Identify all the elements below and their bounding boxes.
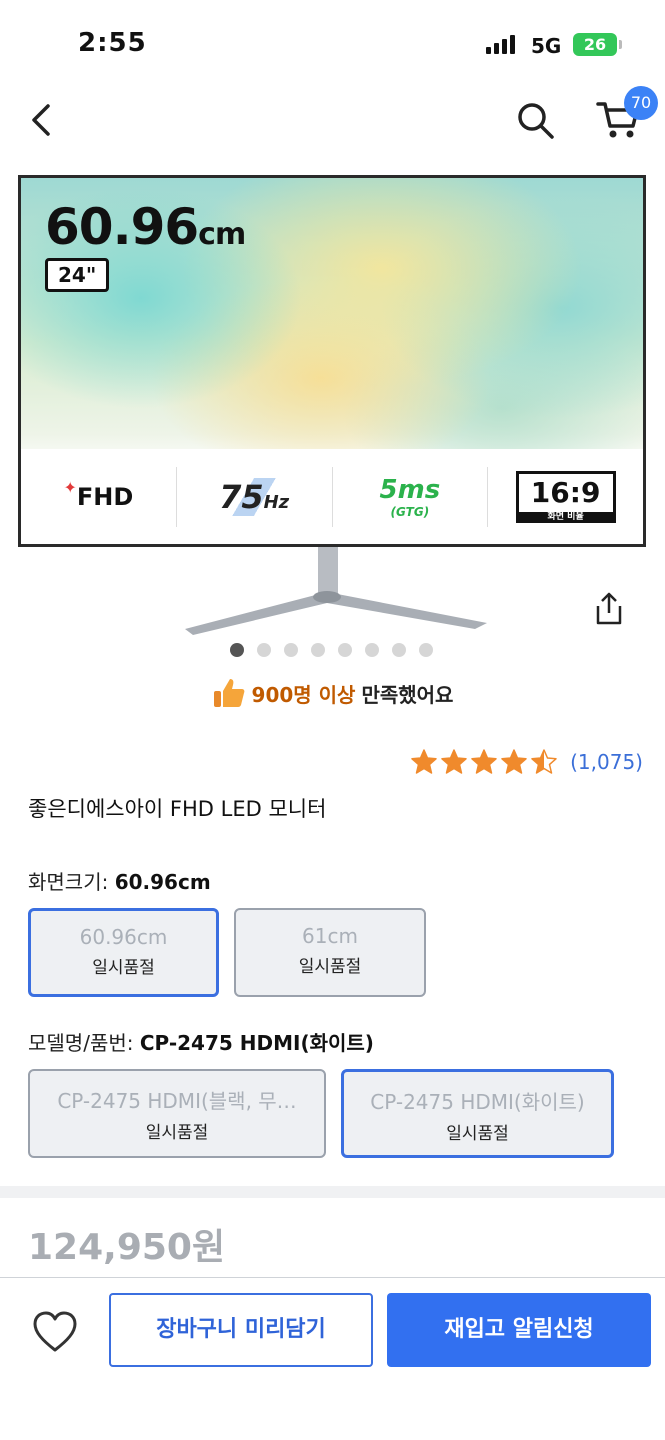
spec-hz-unit: Hz: [263, 491, 290, 513]
option-status: 일시품절: [145, 1123, 209, 1143]
model-option-label: 모델명/품번: CP-2475 HDMI(화이트): [28, 1027, 374, 1056]
spec-fhd: ✦FHD: [21, 466, 177, 527]
thumbs-up-icon: [213, 679, 244, 707]
add-to-cart-button[interactable]: 장바구니 미리담기: [109, 1293, 373, 1367]
heart-icon[interactable]: [32, 1310, 78, 1354]
rating-stars: [410, 748, 558, 776]
satisfaction-text: 만족했어요: [361, 682, 454, 707]
model-option-selected: CP-2475 HDMI(화이트): [139, 1031, 374, 1055]
spec-refresh: 75Hz: [177, 466, 333, 527]
model-option-caption: 모델명/품번:: [28, 1031, 140, 1055]
restock-notify-button[interactable]: 재입고 알림신청: [387, 1293, 651, 1367]
status-time: 2:55: [78, 28, 147, 58]
screen-size-value: 60.96: [45, 198, 199, 256]
option-status: 일시품절: [298, 957, 362, 977]
cart-count-badge[interactable]: 70: [624, 86, 658, 120]
signal-icon: [486, 34, 515, 54]
spec-response: 5ms (GTG): [333, 466, 489, 527]
spec-ms-value: 5ms: [379, 474, 441, 505]
nav-bar: 70: [0, 80, 665, 160]
option-name: 60.96cm: [79, 925, 168, 949]
carousel-dot[interactable]: [284, 643, 298, 657]
carousel-dot[interactable]: [230, 643, 244, 657]
star-icon: [441, 749, 467, 774]
star-icon: [471, 749, 497, 774]
sparkle-icon: ✦: [63, 477, 77, 497]
spec-ratio-sub: 화면 비율: [518, 511, 613, 523]
satisfaction-banner: 900명 이상 만족했어요: [0, 676, 665, 710]
model-option-black[interactable]: CP-2475 HDMI(블랙, 무… 일시품절: [28, 1069, 326, 1158]
bottom-bar-divider: [0, 1277, 665, 1278]
carousel-dot[interactable]: [419, 643, 433, 657]
rating-summary[interactable]: (1,075): [410, 748, 643, 776]
status-bar: 2:55 5G 26: [0, 0, 665, 80]
spec-ratio-value: 16:9: [530, 475, 601, 509]
option-name: 61cm: [302, 924, 358, 948]
battery-icon: 26: [573, 33, 622, 56]
network-label: 5G: [531, 34, 562, 58]
monitor-stand-illustration: [185, 547, 487, 635]
screen-size-unit: cm: [198, 217, 246, 252]
spec-hz-value: 75: [219, 477, 264, 516]
battery-level: 26: [583, 35, 607, 54]
share-icon[interactable]: [590, 590, 628, 628]
carousel-dot[interactable]: [338, 643, 352, 657]
option-status: 일시품절: [92, 958, 155, 978]
carousel-indicator[interactable]: [230, 643, 433, 657]
size-option-60-96cm[interactable]: 60.96cm 일시품절: [28, 908, 219, 997]
option-name: CP-2475 HDMI(화이트): [370, 1090, 585, 1114]
option-status: 일시품절: [446, 1124, 509, 1144]
carousel-dot[interactable]: [257, 643, 271, 657]
size-option-61cm[interactable]: 61cm 일시품절: [234, 908, 426, 997]
spec-ms-sub: (GTG): [390, 504, 430, 519]
product-title: 좋은디에스아이 FHD LED 모니터: [28, 797, 327, 821]
size-option-selected: 60.96cm: [114, 870, 211, 894]
satisfaction-count: 900명 이상: [251, 682, 356, 707]
screen-size-label: 60.96cm: [45, 198, 246, 256]
star-icon: [411, 749, 437, 774]
carousel-dot[interactable]: [365, 643, 379, 657]
size-option-label: 화면크기: 60.96cm: [28, 866, 211, 895]
back-arrow-icon[interactable]: [22, 100, 62, 140]
carousel-dot[interactable]: [392, 643, 406, 657]
size-option-caption: 화면크기:: [28, 870, 115, 894]
product-price: 124,950원: [28, 1227, 226, 1268]
section-divider: [0, 1186, 665, 1198]
search-icon[interactable]: [513, 98, 557, 142]
star-icon: [531, 749, 557, 774]
spec-fhd-label: FHD: [76, 482, 134, 511]
carousel-dot[interactable]: [311, 643, 325, 657]
star-icon: [501, 749, 527, 774]
spec-strip: ✦FHD 75Hz 5ms (GTG) 16:9 화면 비율: [21, 449, 643, 544]
product-image[interactable]: 60.96cm 24" ✦FHD 75Hz 5ms (GTG) 16:9 화면 …: [18, 175, 646, 547]
option-name: CP-2475 HDMI(블랙, 무…: [57, 1089, 297, 1113]
inch-badge: 24": [45, 258, 110, 292]
model-option-white[interactable]: CP-2475 HDMI(화이트) 일시품절: [341, 1069, 614, 1158]
spec-ratio: 16:9 화면 비율: [488, 467, 643, 527]
review-count-link[interactable]: (1,075): [570, 750, 643, 774]
